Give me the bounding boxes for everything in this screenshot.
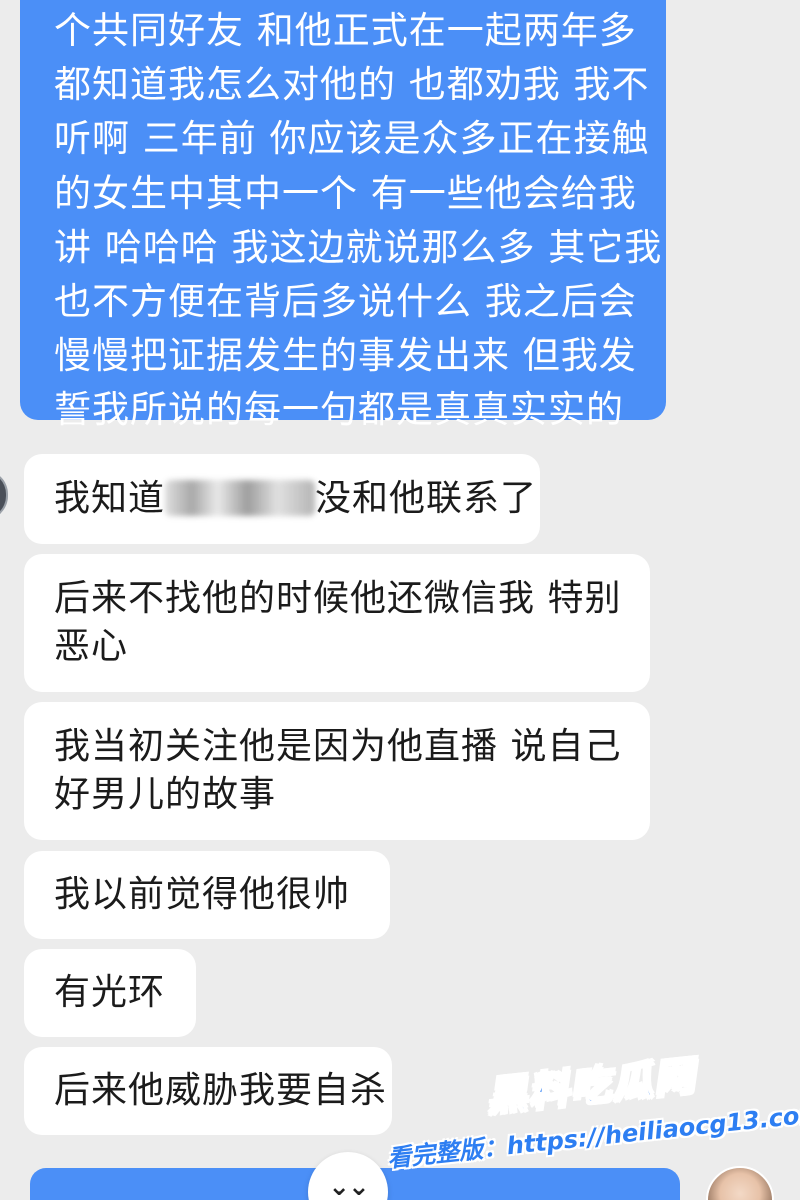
message-line: 我以前觉得他很帅 — [54, 874, 351, 915]
message-line: 好男儿的故事 — [54, 774, 277, 815]
message-line: 讲 哈哈哈 我这边就说那么多 其它我 — [54, 225, 663, 269]
message-text: 我知道 — [54, 478, 166, 519]
message-line: 后来他威胁我要自杀 — [54, 1070, 388, 1111]
incoming-message-bubble[interactable]: 我当初关注他是因为他直播 说自己 好男儿的故事 — [24, 702, 650, 840]
message-text: 没和他联系了 — [315, 478, 538, 519]
incoming-message-bubble[interactable]: 后来不找他的时候他还微信我 特别 恶心 — [24, 554, 650, 692]
outgoing-message-bubble[interactable]: 个共同好友 和他正式在一起两年多 都知道我怎么对他的 也都劝我 我不 听啊 三年… — [20, 0, 666, 431]
contact-avatar[interactable] — [0, 470, 8, 520]
message-line: 誓我所说的每一句都是真真实实的 — [54, 388, 624, 432]
message-line: 听啊 三年前 你应该是众多正在接触 — [54, 117, 650, 161]
message-line: 的女生中其中一个 有一些他会给我 — [54, 171, 637, 215]
scroll-to-bottom-button[interactable]: ⌄⌄ — [308, 1152, 388, 1200]
message-line: 恶心 — [54, 626, 129, 667]
redacted-blur — [165, 480, 316, 516]
message-line: 有光环 — [54, 972, 166, 1013]
incoming-message-bubble[interactable]: 有光环 — [24, 949, 196, 1037]
message-line: 我知道 没和他联系了 — [54, 475, 536, 523]
double-chevron-down-icon: ⌄⌄ — [328, 1172, 370, 1200]
message-line: 也不方便在背后多说什么 我之后会 — [54, 280, 637, 324]
chat-screen: 个共同好友 和他正式在一起两年多 都知道我怎么对他的 也都劝我 我不 听啊 三年… — [0, 0, 800, 1200]
incoming-message-bubble[interactable]: 我以前觉得他很帅 — [24, 851, 390, 939]
message-line: 我当初关注他是因为他直播 说自己 — [54, 726, 622, 767]
message-line: 个共同好友 和他正式在一起两年多 — [54, 9, 637, 52]
message-line: 后来不找他的时候他还微信我 特别 — [54, 578, 622, 619]
user-avatar[interactable] — [706, 1166, 774, 1200]
incoming-message-bubble[interactable]: 后来他威胁我要自杀 — [24, 1047, 392, 1135]
message-line: 慢慢把证据发生的事发出来 但我发 — [54, 334, 637, 378]
incoming-message-bubble[interactable]: 我知道 没和他联系了 — [24, 454, 540, 544]
message-line: 都知道我怎么对他的 也都劝我 我不 — [54, 63, 650, 107]
